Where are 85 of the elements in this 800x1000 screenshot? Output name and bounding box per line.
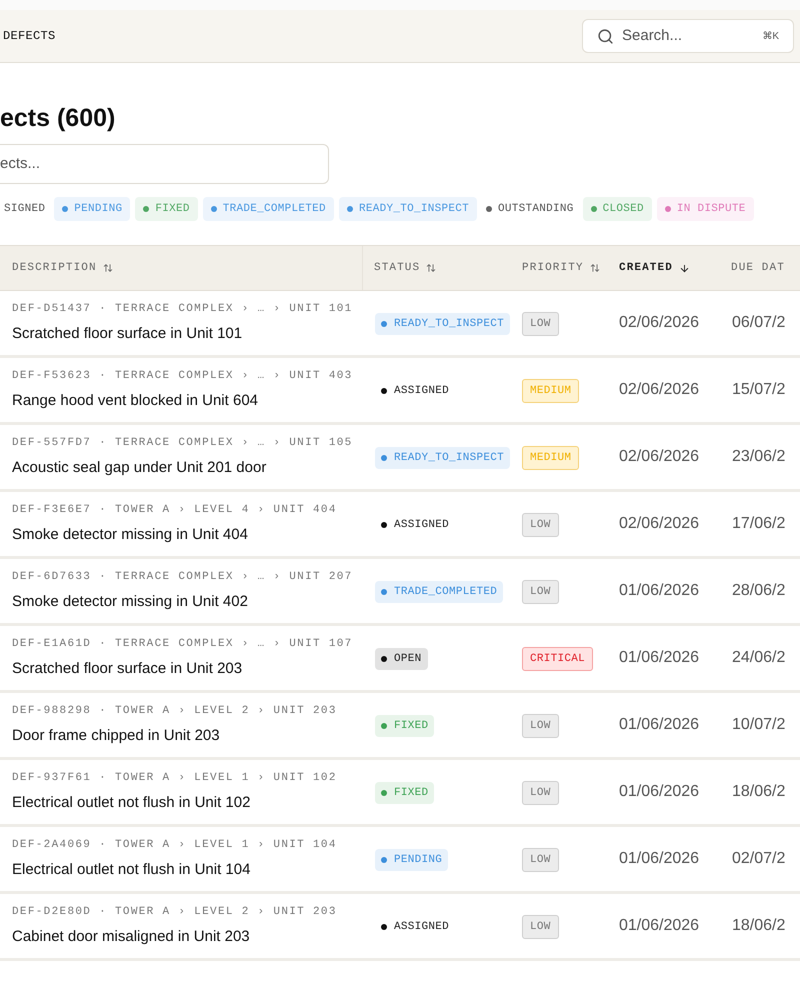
due-date: 06/07/2: [731, 313, 786, 333]
priority-badge: MEDIUM: [522, 379, 580, 404]
defect-description: Door frame chipped in Unit 203: [12, 726, 221, 746]
filter-placeholder: ects...: [0, 154, 40, 174]
status-badge: FIXED: [375, 782, 434, 804]
status-filter-chip[interactable]: OUTSTANDING: [482, 197, 578, 221]
column-header[interactable]: DUE DAT: [731, 260, 800, 276]
table-row[interactable]: DEF-D2E80D · TOWER A › LEVEL 2 › UNIT 203 Cabinet door misaligned in Unit 203 ASSIGNED LOW 01/06/2026 18/06/2: [0, 894, 800, 961]
created-date: 01/06/2026: [619, 782, 700, 802]
defect-reference: DEF-F53623 · TERRACE COMPLEX › … › UNIT 403: [12, 369, 354, 384]
breadcrumb[interactable]: DEFECTS: [3, 27, 56, 45]
created-date: 02/06/2026: [619, 514, 700, 534]
defect-description: Range hood vent blocked in Unit 604: [12, 390, 260, 410]
table-row[interactable]: DEF-E1A61D · TERRACE COMPLEX › … › UNIT 107 Scratched floor surface in Unit 203 OPEN CRITICAL 01/06/2026 24/06/2: [0, 626, 800, 693]
due-date: 23/06/2: [731, 447, 786, 467]
priority-badge: LOW: [522, 580, 559, 604]
column-header[interactable]: STATUS: [362, 246, 522, 290]
status-badge: READY_TO_INSPECT: [375, 447, 510, 469]
priority-badge: LOW: [522, 513, 559, 538]
table-row[interactable]: DEF-988298 · TOWER A › LEVEL 2 › UNIT 203 Door frame chipped in Unit 203 FIXED LOW 01/06/2026 10/07/2: [0, 693, 800, 760]
defect-reference: DEF-F3E6E7 · TOWER A › LEVEL 4 › UNIT 404: [12, 503, 338, 518]
defect-description: Scratched floor surface in Unit 101: [12, 324, 244, 344]
due-date: 10/07/2: [731, 715, 786, 735]
defect-reference: DEF-D51437 · TERRACE COMPLEX › … › UNIT 101: [12, 302, 354, 317]
created-date: 02/06/2026: [619, 447, 700, 467]
table-row[interactable]: DEF-937F61 · TOWER A › LEVEL 1 › UNIT 102 Electrical outlet not flush in Unit 102 FIXED LOW 01/06/2026 18/06/2: [0, 760, 800, 827]
status-badge: READY_TO_INSPECT: [375, 313, 510, 335]
defect-reference: DEF-D2E80D · TOWER A › LEVEL 2 › UNIT 203: [12, 905, 338, 920]
defect-reference: DEF-2A4069 · TOWER A › LEVEL 1 › UNIT 104: [12, 838, 338, 853]
priority-badge: LOW: [522, 848, 559, 872]
defect-reference: DEF-6D7633 · TERRACE COMPLEX › … › UNIT 207: [12, 570, 354, 585]
table-row[interactable]: DEF-F53623 · TERRACE COMPLEX › … › UNIT 403 Range hood vent blocked in Unit 604 ASSIGNED MEDIUM 02/06/2026 15/07/2: [0, 358, 800, 425]
due-date: 24/06/2: [731, 648, 786, 668]
column-header[interactable]: PRIORITY: [522, 260, 619, 276]
created-date: 01/06/2026: [619, 916, 700, 936]
due-date: 15/07/2: [731, 380, 786, 400]
defect-reference: DEF-557FD7 · TERRACE COMPLEX › … › UNIT 105: [12, 436, 354, 451]
due-date: 02/07/2: [731, 849, 786, 869]
table-row[interactable]: DEF-557FD7 · TERRACE COMPLEX › … › UNIT 105 Acoustic seal gap under Unit 201 door READY_TO_INSPECT MEDIUM 02/06/2026 23/06/2: [0, 425, 800, 492]
defect-description: Electrical outlet not flush in Unit 102: [12, 792, 252, 812]
defect-description: Cabinet door misaligned in Unit 203: [12, 926, 251, 946]
column-header[interactable]: CREATED: [619, 260, 731, 276]
due-date: 18/06/2: [731, 916, 786, 936]
filter-field[interactable]: ects...: [0, 144, 329, 184]
priority-badge: LOW: [522, 915, 559, 940]
due-date: 28/06/2: [731, 581, 786, 601]
defect-description: Electrical outlet not flush in Unit 104: [12, 860, 252, 880]
defect-description: Smoke detector missing in Unit 402: [12, 592, 249, 612]
defect-description: Acoustic seal gap under Unit 201 door: [12, 458, 268, 478]
table-row[interactable]: DEF-2A4069 · TOWER A › LEVEL 1 › UNIT 104 Electrical outlet not flush in Unit 104 PENDING LOW 01/06/2026 02/07/2: [0, 827, 800, 894]
defect-reference: DEF-988298 · TOWER A › LEVEL 2 › UNIT 203: [12, 704, 338, 719]
defect-reference: DEF-937F61 · TOWER A › LEVEL 1 › UNIT 102: [12, 771, 338, 786]
shortcut-hint: ⌘K: [762, 30, 779, 44]
priority-badge: LOW: [522, 312, 559, 336]
created-date: 01/06/2026: [619, 849, 700, 869]
created-date: 01/06/2026: [619, 648, 700, 668]
due-date: 18/06/2: [731, 782, 786, 802]
created-date: 01/06/2026: [619, 581, 700, 601]
status-badge: PENDING: [375, 849, 448, 871]
created-date: 02/06/2026: [619, 313, 700, 333]
status-label: ASSIGNED: [375, 514, 456, 536]
created-date: 02/06/2026: [619, 380, 700, 400]
status-badge: OPEN: [375, 648, 428, 670]
status-filter-chip[interactable]: SIGNED: [0, 197, 50, 221]
due-date: 17/06/2: [731, 514, 786, 534]
table-row[interactable]: DEF-6D7633 · TERRACE COMPLEX › … › UNIT 207 Smoke detector missing in Unit 402 TRADE_COMPLETED LOW 01/06/2026 28/06/2: [0, 559, 800, 626]
page-title: ects (600): [0, 103, 116, 134]
table-row[interactable]: DEF-D51437 · TERRACE COMPLEX › … › UNIT 101 Scratched floor surface in Unit 101 READY_TO_INSPECT LOW 02/06/2026 06/07/2: [0, 291, 800, 358]
priority-badge: MEDIUM: [522, 446, 580, 470]
search-field[interactable]: Search... ⌘K: [582, 19, 794, 53]
column-header[interactable]: DESCRIPTION: [0, 260, 362, 276]
status-label: ASSIGNED: [375, 916, 456, 938]
defect-description: Scratched floor surface in Unit 203: [12, 658, 244, 678]
search-icon: [597, 28, 614, 44]
priority-badge: LOW: [522, 714, 559, 738]
table-row[interactable]: DEF-F3E6E7 · TOWER A › LEVEL 4 › UNIT 404 Smoke detector missing in Unit 404 ASSIGNED LOW 02/06/2026 17/06/2: [0, 492, 800, 559]
priority-badge: LOW: [522, 781, 559, 806]
status-badge: TRADE_COMPLETED: [375, 581, 504, 603]
defect-description: Smoke detector missing in Unit 404: [12, 524, 249, 544]
search-placeholder: Search...: [622, 26, 684, 46]
created-date: 01/06/2026: [619, 715, 700, 735]
priority-badge: CRITICAL: [522, 647, 594, 672]
defect-reference: DEF-E1A61D · TERRACE COMPLEX › … › UNIT 107: [12, 637, 354, 652]
status-badge: FIXED: [375, 715, 434, 737]
status-label: ASSIGNED: [375, 380, 456, 402]
